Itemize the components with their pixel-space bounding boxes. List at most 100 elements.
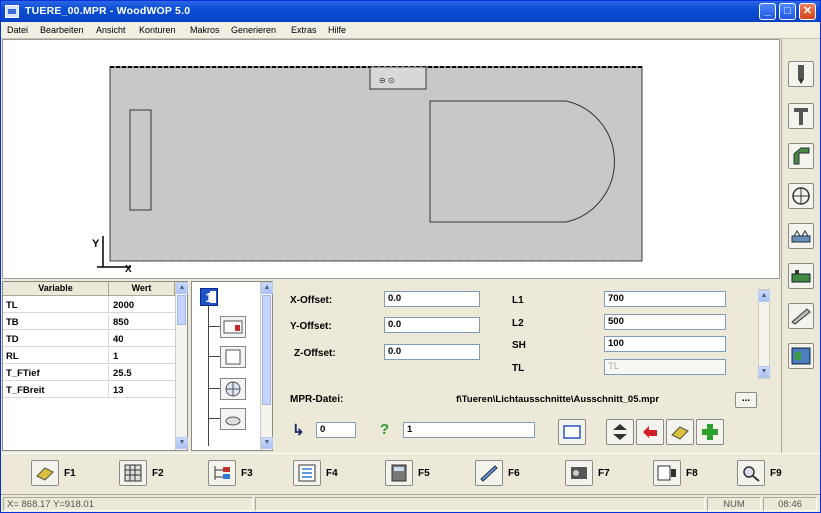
close-button[interactable]: ✕: [799, 3, 816, 20]
frame-button[interactable]: [558, 419, 586, 445]
circle-pattern-icon[interactable]: [788, 183, 814, 209]
variable-name: TB: [6, 317, 19, 328]
variable-value[interactable]: 850: [113, 317, 129, 328]
variable-value[interactable]: 13: [113, 385, 124, 396]
contour-pencil-icon: [475, 460, 503, 486]
question-field[interactable]: 1: [403, 422, 535, 438]
f9-label: F9: [770, 468, 782, 479]
title-bar[interactable]: TUERE_00.MPR - WoodWOP 5.0 _ □ ✕: [1, 1, 820, 22]
tree-structure-icon: [208, 460, 236, 486]
scroll-thumb[interactable]: [177, 295, 186, 325]
menu-generieren[interactable]: Generieren: [231, 25, 276, 35]
tree-scrollbar[interactable]: ▲ ▼: [260, 282, 273, 450]
l2-label: L2: [512, 318, 524, 329]
right-toolbar: [781, 39, 820, 453]
function-key-bar: F1 F2 F3 F4 F5 F6 F7 F8 F9: [1, 453, 820, 493]
menu-datei[interactable]: Datei: [7, 25, 28, 35]
tree-node-contour[interactable]: [208, 344, 248, 370]
table-row[interactable]: TB 850: [3, 314, 175, 330]
maximize-button[interactable]: □: [779, 3, 796, 20]
scroll-up-icon[interactable]: ▲: [758, 290, 770, 302]
router-angle-icon[interactable]: [788, 143, 814, 169]
tree-node-pocket[interactable]: [208, 314, 248, 340]
y-offset-label: Y-Offset:: [290, 321, 332, 332]
status-message: [255, 497, 705, 511]
workpiece-panel: [109, 66, 643, 262]
drill-bit-icon[interactable]: [788, 61, 814, 87]
step-field[interactable]: 0: [316, 422, 356, 438]
part-machining-icon[interactable]: [788, 263, 814, 289]
mpr-file-label: MPR-Datei:: [290, 394, 344, 405]
sh-field[interactable]: 100: [604, 336, 726, 352]
scroll-down-icon[interactable]: ▼: [758, 366, 770, 378]
panel-icon[interactable]: [788, 223, 814, 249]
table-row[interactable]: RL 1: [3, 348, 175, 364]
parameter-panel: X-Offset: 0.0 Y-Offset: 0.0 Z-Offset: 0.…: [276, 281, 780, 451]
variable-value[interactable]: 2000: [113, 300, 134, 311]
scroll-up-icon[interactable]: ▲: [176, 282, 188, 294]
tree-root-node[interactable]: 1: [200, 288, 218, 306]
menu-hilfe[interactable]: Hilfe: [328, 25, 346, 35]
table-row[interactable]: T_FBreit 13: [3, 382, 175, 398]
scroll-thumb[interactable]: [262, 295, 271, 405]
variable-value[interactable]: 25.5: [113, 368, 132, 379]
menu-extras[interactable]: Extras: [291, 25, 317, 35]
scroll-down-icon[interactable]: ▼: [261, 437, 273, 449]
value-column-header[interactable]: Wert: [109, 282, 175, 296]
tool-table-icon[interactable]: [788, 343, 814, 369]
f2-label: F2: [152, 468, 164, 479]
x-offset-field[interactable]: 0.0: [384, 291, 480, 307]
knife-icon[interactable]: [788, 303, 814, 329]
undo-button[interactable]: [636, 419, 664, 445]
status-bar: X= 868.17 Y=918.01 NUM 08:46: [1, 494, 820, 512]
grid-icon: [119, 460, 147, 486]
scroll-up-icon[interactable]: ▲: [261, 282, 273, 294]
saw-blade-icon[interactable]: [788, 103, 814, 129]
z-offset-field[interactable]: 0.0: [384, 344, 480, 360]
add-button[interactable]: [696, 419, 724, 445]
menu-konturen[interactable]: Konturen: [139, 25, 176, 35]
move-updown-button[interactable]: [606, 419, 634, 445]
sh-label: SH: [512, 340, 526, 351]
x-offset-label: X-Offset:: [290, 295, 333, 306]
workpiece-canvas[interactable]: ⊖ ⊙ Y X: [2, 39, 780, 279]
minimize-button[interactable]: _: [759, 3, 776, 20]
variable-value[interactable]: 1: [113, 351, 118, 362]
frame-tools-icon: [653, 460, 681, 486]
menu-ansicht[interactable]: Ansicht: [96, 25, 126, 35]
variable-column-header[interactable]: Variable: [3, 282, 109, 296]
app-window: TUERE_00.MPR - WoodWOP 5.0 _ □ ✕ Datei B…: [0, 0, 821, 513]
menu-bearbeiten[interactable]: Bearbeiten: [40, 25, 84, 35]
variable-table: Variable Wert TL 2000 TB 850 TD 40 RL 1 T_FT…: [2, 281, 188, 451]
table-row[interactable]: T_FTief 25.5: [3, 365, 175, 381]
coordinate-readout: X= 868.17 Y=918.01: [3, 497, 253, 511]
table-row[interactable]: TL 2000: [3, 297, 175, 313]
eraser-button[interactable]: [666, 419, 694, 445]
axis-x-label: X: [125, 264, 132, 275]
variable-scrollbar[interactable]: ▲ ▼: [175, 282, 188, 450]
num-lock-indicator: NUM: [707, 497, 761, 511]
variable-name: T_FTief: [6, 368, 40, 379]
tree-node-grid[interactable]: [208, 376, 248, 402]
l1-field[interactable]: 700: [604, 291, 726, 307]
scroll-down-icon[interactable]: ▼: [176, 437, 188, 449]
parameter-scrollbar[interactable]: ▲ ▼: [758, 289, 770, 379]
y-offset-field[interactable]: 0.0: [384, 317, 480, 333]
variable-name: TD: [6, 334, 19, 345]
hinge-mark: ⊖ ⊙: [379, 76, 395, 85]
browse-button[interactable]: ...: [735, 392, 757, 408]
operation-tree: 1 ▲ ▼: [191, 281, 273, 451]
machine-icon: [565, 460, 593, 486]
tl-label: TL: [512, 363, 525, 374]
variable-value[interactable]: 40: [113, 334, 124, 345]
help-question-icon: ?: [380, 421, 390, 438]
f3-label: F3: [241, 468, 253, 479]
table-row[interactable]: TD 40: [3, 331, 175, 347]
l2-field[interactable]: 500: [604, 314, 726, 330]
f7-label: F7: [598, 468, 610, 479]
z-offset-label: Z-Offset:: [294, 348, 336, 359]
tree-node-drill[interactable]: [208, 406, 248, 432]
step-arrow-icon: ↳: [292, 422, 305, 439]
menu-makros[interactable]: Makros: [190, 25, 220, 35]
l1-label: L1: [512, 295, 524, 306]
